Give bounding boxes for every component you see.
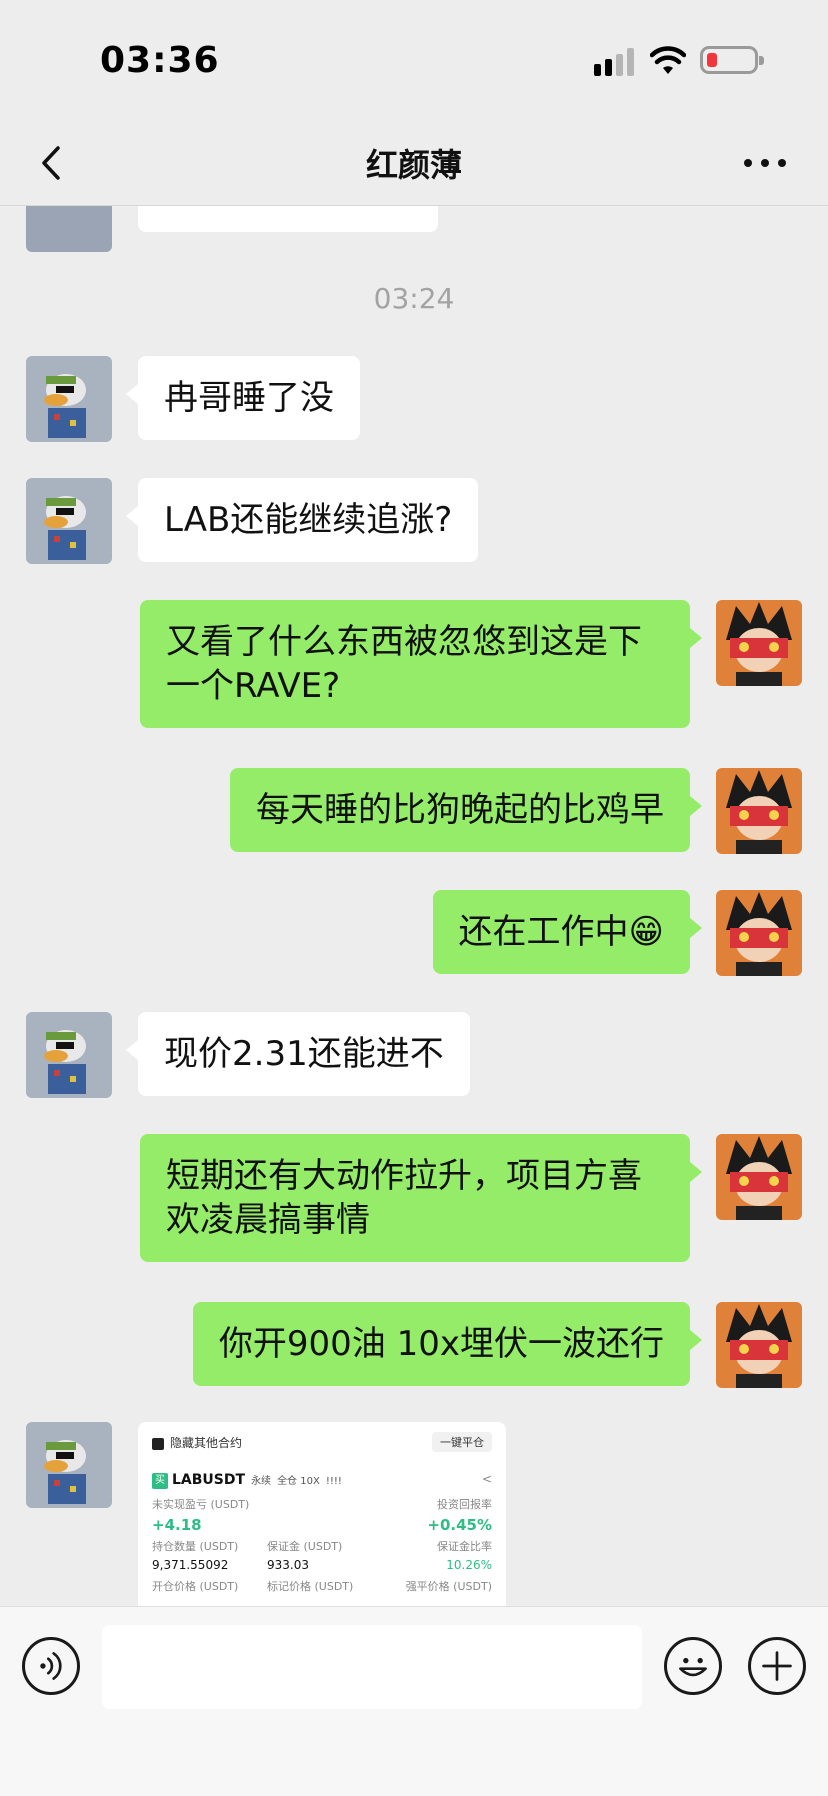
battery-icon xyxy=(700,46,764,74)
margin-label: 保证金 (USDT) xyxy=(267,1540,343,1553)
roe-value: +0.45% xyxy=(427,1516,492,1534)
trade-card-header: 隐藏其他合约 一键平仓 xyxy=(152,1432,492,1454)
message-bubble-incoming[interactable]: 冉哥睡了没 xyxy=(126,356,360,440)
margin-ratio-label: 保证金比率 xyxy=(437,1540,492,1553)
status-bar: 03:36 xyxy=(0,0,828,120)
roe-label: 投资回报率 xyxy=(437,1498,492,1511)
size-value: 9,371.55092 xyxy=(152,1558,229,1572)
symbol: LABUSDT xyxy=(172,1472,246,1488)
cellular-signal-icon xyxy=(594,48,636,76)
avatar-contact[interactable] xyxy=(26,1422,112,1508)
voice-input-icon[interactable] xyxy=(22,1637,80,1695)
message-input[interactable] xyxy=(102,1625,642,1709)
emoji-icon[interactable] xyxy=(664,1637,722,1695)
hide-other-contracts-label: 隐藏其他合约 xyxy=(170,1436,243,1450)
size-label: 持仓数量 (USDT) xyxy=(152,1540,239,1553)
margin-value: 933.03 xyxy=(267,1558,309,1572)
pnl-label: 未实现盈亏 (USDT) xyxy=(152,1498,250,1511)
status-time: 03:36 xyxy=(100,40,220,81)
message-bubble-outgoing[interactable]: 短期还有大动作拉升，项目方喜欢凌晨搞事情 xyxy=(140,1134,702,1262)
avatar-contact[interactable] xyxy=(26,1012,112,1098)
buy-badge-icon: 买 xyxy=(152,1472,168,1489)
pnl-value: +4.18 xyxy=(152,1516,202,1534)
avatar-contact[interactable] xyxy=(26,206,112,252)
avatar-contact[interactable] xyxy=(26,356,112,442)
message-bubble-incoming[interactable]: 现价2.31还能进不 xyxy=(126,1012,470,1096)
checkbox-icon xyxy=(152,1437,164,1450)
avatar-self[interactable] xyxy=(716,890,802,976)
share-icon: < xyxy=(481,1472,492,1486)
avatar-self[interactable] xyxy=(716,600,802,686)
message-input-bar xyxy=(0,1606,828,1796)
margin-ratio-value: 10.26% xyxy=(446,1558,492,1572)
close-all-button: 一键平仓 xyxy=(432,1432,492,1452)
avatar-contact[interactable] xyxy=(26,478,112,564)
message-bubble-outgoing[interactable]: 每天睡的比狗晚起的比鸡早 xyxy=(230,768,702,852)
timestamp-separator: 03:24 xyxy=(373,282,455,315)
wifi-icon xyxy=(650,46,686,74)
trade-card-symbol-row: 买 LABUSDT 永续 全仓 10X!!!! < xyxy=(152,1472,492,1492)
message-bubble-outgoing[interactable]: 还在工作中😁 xyxy=(432,890,703,974)
avatar-self[interactable] xyxy=(716,1302,802,1388)
chat-title: 红颜薄 xyxy=(365,146,462,184)
image-message-trade-screenshot[interactable]: 隐藏其他合约 一键平仓 买 LABUSDT 永续 全仓 10X!!!! < 未实现盈亏… xyxy=(138,1422,506,1606)
message-bubble-partial xyxy=(138,206,438,232)
message-bubble-outgoing[interactable]: 又看了什么东西被忽悠到这是下一个RAVE? xyxy=(140,600,702,728)
signal-bars: !!!! xyxy=(325,1476,342,1487)
chat-message-list[interactable]: 03:24 冉哥睡了没 LAB还能继续追涨? 又看了什么东西被忽悠到这是下一个R… xyxy=(0,206,828,1606)
message-bubble-incoming[interactable]: LAB还能继续追涨? xyxy=(125,478,479,562)
add-attachment-icon[interactable] xyxy=(748,1637,806,1695)
margin-mode: 全仓 10X xyxy=(277,1476,320,1487)
message-bubble-outgoing[interactable]: 你开900油 10x埋伏一波还行 xyxy=(192,1302,703,1386)
more-options-icon[interactable] xyxy=(744,156,788,170)
liquidation-price-label: 强平价格 (USDT) xyxy=(405,1580,492,1593)
avatar-self[interactable] xyxy=(716,1134,802,1220)
contract-type: 永续 xyxy=(251,1476,272,1487)
mark-price-label: 标记价格 (USDT) xyxy=(267,1580,354,1593)
entry-price-label: 开仓价格 (USDT) xyxy=(152,1580,239,1593)
avatar-self[interactable] xyxy=(716,768,802,854)
chat-header: 红颜薄 xyxy=(0,120,828,206)
